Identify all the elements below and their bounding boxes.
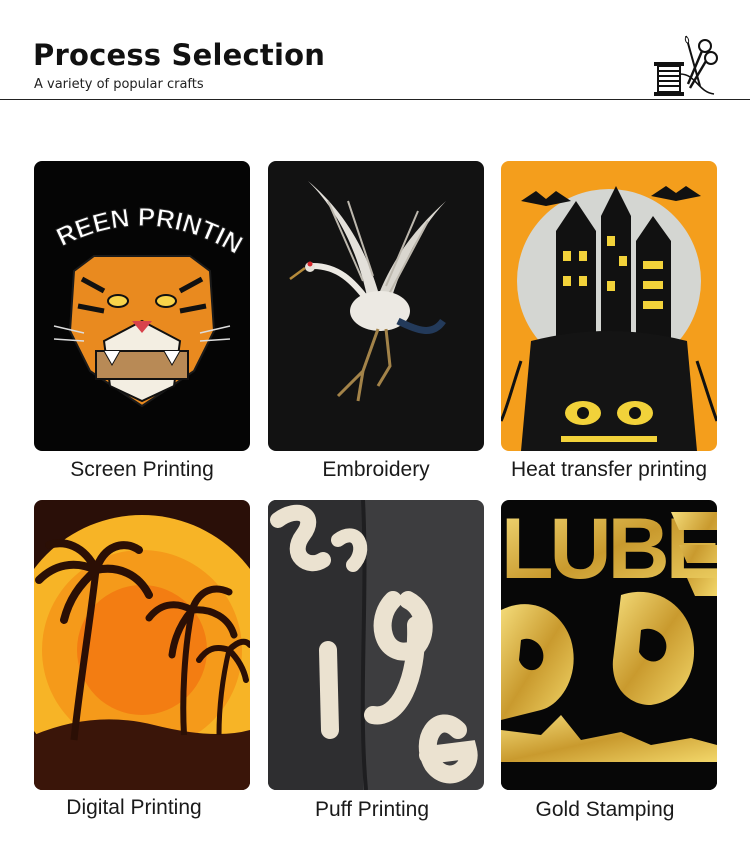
sewing-thread-scissors-icon [648, 34, 720, 100]
craft-card-heat-transfer[interactable] [501, 161, 717, 451]
caption-digital-printing: Digital Printing [66, 796, 202, 819]
header-divider [0, 99, 750, 100]
craft-card-puff-printing[interactable] [268, 500, 484, 790]
page-subtitle: A variety of popular crafts [34, 77, 204, 92]
heat-transfer-image [501, 161, 717, 451]
caption-screen-printing: Screen Printing [70, 458, 214, 481]
caption-heat-transfer: Heat transfer printing [510, 458, 708, 481]
digital-printing-image [34, 500, 250, 790]
gold-stamping-image: LUBE [501, 500, 717, 790]
embroidery-image [268, 161, 484, 451]
craft-card-embroidery[interactable] [268, 161, 484, 451]
craft-card-screen-printing[interactable]: SCREEN PRINTING [34, 161, 250, 451]
page-title: Process Selection [33, 38, 326, 72]
caption-gold-stamping: Gold Stamping [535, 798, 675, 821]
craft-card-gold-stamping[interactable]: LUBE [501, 500, 717, 790]
caption-embroidery: Embroidery [322, 458, 430, 481]
craft-card-digital-printing[interactable] [34, 500, 250, 790]
page-header: Process Selection A variety of popular c… [0, 0, 750, 100]
screen-printing-image: SCREEN PRINTING [34, 161, 250, 451]
puff-printing-image [268, 500, 484, 790]
caption-puff-printing: Puff Printing [314, 798, 429, 821]
